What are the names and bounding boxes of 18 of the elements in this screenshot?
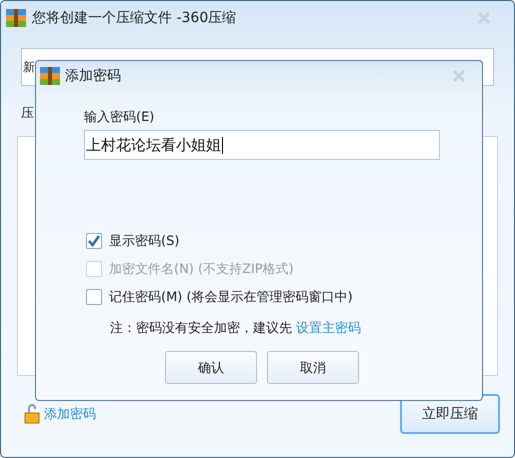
archive-icon: [40, 67, 60, 85]
note-text: 注：密码没有安全加密，建议先: [110, 320, 292, 337]
format-label: 压: [21, 105, 34, 122]
window-title: 您将创建一个压缩文件 -360压缩: [32, 9, 236, 27]
lock-icon: [24, 404, 40, 424]
archive-icon: [6, 9, 26, 27]
checkbox-label: 记住密码(M) (将会显示在管理密码窗口中): [109, 288, 353, 306]
cancel-button[interactable]: 取消: [267, 351, 359, 384]
close-icon[interactable]: [453, 70, 465, 82]
checkbox-label: 加密文件名(N) (不支持ZIP格式): [109, 260, 294, 278]
checkbox[interactable]: [86, 232, 102, 248]
checkbox-label: 显示密码(S): [109, 232, 180, 250]
password-field[interactable]: 上村花论坛看小姐姐: [84, 130, 440, 160]
close-icon[interactable]: [478, 12, 490, 24]
password-label: 输入密码(E): [84, 109, 154, 126]
dialog-title: 添加密码: [65, 67, 121, 85]
checkbox[interactable]: [86, 288, 102, 304]
confirm-button[interactable]: 确认: [165, 351, 257, 384]
